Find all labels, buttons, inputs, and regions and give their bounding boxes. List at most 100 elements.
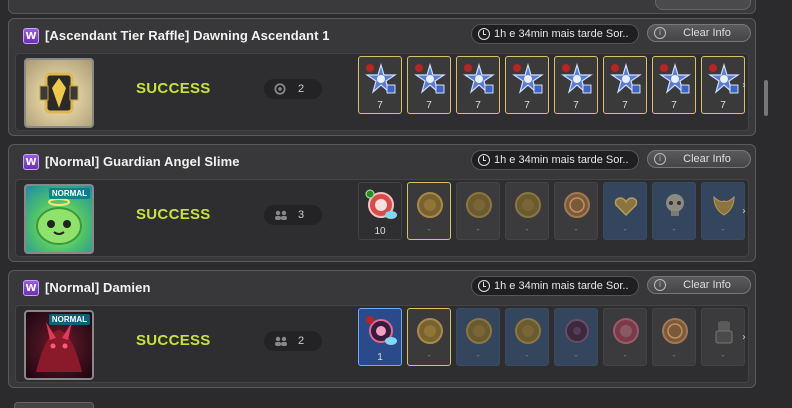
reward-slot[interactable]: - xyxy=(505,182,549,240)
reward-count: 7 xyxy=(426,100,432,111)
wing-icon xyxy=(713,195,735,216)
reward-count: - xyxy=(427,225,431,235)
star-emblem-icon xyxy=(659,63,691,94)
gold-coin-icon xyxy=(515,318,541,344)
clear-time: 1h e 34min mais tarde Sor.. xyxy=(471,24,639,44)
gold-coin-icon xyxy=(466,192,492,218)
tier-icon: W xyxy=(23,154,39,170)
previous-panel-edge xyxy=(8,0,756,14)
reward-count: - xyxy=(427,351,431,361)
reward-slot[interactable]: - xyxy=(554,308,598,366)
clear-time-text: 1h e 34min mais tarde Sor.. xyxy=(494,154,629,166)
info-icon: i xyxy=(654,27,666,39)
reward-count: - xyxy=(623,351,627,361)
clear-info-button[interactable]: i Clear Info xyxy=(647,150,751,168)
reward-count: - xyxy=(623,225,627,235)
clear-count-icon xyxy=(274,83,286,95)
reward-slot[interactable]: - xyxy=(456,308,500,366)
reward-slot[interactable]: - xyxy=(603,182,647,240)
reward-slot[interactable]: - xyxy=(456,182,500,240)
star-emblem-icon xyxy=(463,63,495,94)
reward-count: 1 xyxy=(377,352,383,363)
info-icon: i xyxy=(654,153,666,165)
chevron-right-icon[interactable]: › xyxy=(742,206,750,217)
panel-body: NORMAL SUCCESS 3 10 - - - - - - - › xyxy=(15,179,749,257)
gold-coin-icon xyxy=(417,318,443,344)
reward-count: - xyxy=(525,351,529,361)
clear-status: SUCCESS xyxy=(136,206,211,223)
boss-title: [Normal] Guardian Angel Slime xyxy=(45,154,240,169)
red-emblem-icon xyxy=(613,318,639,344)
reward-slot[interactable]: 1 xyxy=(358,308,402,366)
reward-slot[interactable]: - xyxy=(701,308,745,366)
guardian-angel-slime-icon: NORMAL xyxy=(24,184,94,254)
reward-slot[interactable]: 7 xyxy=(554,56,598,114)
star-emblem-icon xyxy=(414,63,446,94)
reward-count: 7 xyxy=(720,100,726,111)
info-icon: i xyxy=(654,279,666,291)
star-emblem-icon xyxy=(512,63,544,94)
clear-info-button[interactable]: i Clear Info xyxy=(647,24,751,42)
reward-slot[interactable]: - xyxy=(652,308,696,366)
star-emblem-icon xyxy=(610,63,642,94)
tier-icon: W xyxy=(23,280,39,296)
clear-info-label: Clear Info xyxy=(683,27,731,39)
scrollbar-thumb[interactable] xyxy=(764,80,768,116)
reward-slot[interactable]: - xyxy=(407,308,451,366)
tier-icon: W xyxy=(23,28,39,44)
chevron-right-icon[interactable]: › xyxy=(742,80,750,91)
party-count-value: 2 xyxy=(298,335,305,347)
reward-slot[interactable]: 7 xyxy=(505,56,549,114)
reward-count: 7 xyxy=(475,100,481,111)
panel-body: NORMAL SUCCESS 2 1 - - - - - - - › xyxy=(15,305,749,383)
reward-count: 7 xyxy=(377,100,383,111)
boss-clear-panel: W [Normal] Guardian Angel Slime 1h e 34m… xyxy=(8,144,756,262)
reward-count: - xyxy=(525,225,529,235)
reward-count: - xyxy=(574,351,578,361)
damien-icon: NORMAL xyxy=(24,310,94,380)
reward-slot[interactable]: 7 xyxy=(456,56,500,114)
reward-slot[interactable]: 7 xyxy=(407,56,451,114)
reward-slot[interactable]: - xyxy=(505,308,549,366)
reward-slot[interactable]: 7 xyxy=(603,56,647,114)
party-count: 3 xyxy=(264,205,322,225)
reward-count: - xyxy=(721,225,725,235)
clear-status: SUCCESS xyxy=(136,80,211,97)
pink-eye-emblem-icon xyxy=(366,316,397,345)
reward-slot[interactable]: - xyxy=(603,308,647,366)
panel-header: W [Ascendant Tier Raffle] Dawning Ascend… xyxy=(9,19,755,53)
reward-slot[interactable]: - xyxy=(701,182,745,240)
heart-pendant-icon xyxy=(614,197,638,217)
ornate-coin-icon xyxy=(662,318,688,344)
reward-count: 7 xyxy=(622,100,628,111)
star-emblem-icon xyxy=(365,63,397,94)
red-emblem-icon xyxy=(365,189,397,219)
reward-count: - xyxy=(476,225,480,235)
next-panel-edge xyxy=(14,402,94,408)
clear-info-label: Clear Info xyxy=(683,279,731,291)
boss-clear-panel: W [Ascendant Tier Raffle] Dawning Ascend… xyxy=(8,18,756,136)
reward-slot[interactable]: - xyxy=(407,182,451,240)
clear-info-button[interactable]: i Clear Info xyxy=(647,276,751,294)
boss-clear-panel: W [Normal] Damien 1h e 34min mais tarde … xyxy=(8,270,756,388)
reward-slot[interactable]: 10 xyxy=(358,182,402,240)
reward-slots: 7 7 7 7 7 7 7 7 › xyxy=(352,56,746,128)
reward-count: - xyxy=(721,351,725,361)
reward-count: - xyxy=(672,351,676,361)
ornate-coin-icon xyxy=(564,192,590,218)
reward-slot[interactable]: 7 xyxy=(701,56,745,114)
reward-slot[interactable]: - xyxy=(652,182,696,240)
party-members-icon xyxy=(275,210,287,220)
reward-slots: 1 - - - - - - - › xyxy=(352,308,746,380)
reward-slot[interactable]: 7 xyxy=(652,56,696,114)
previous-clear-info-button[interactable] xyxy=(655,0,751,10)
reward-slot[interactable]: - xyxy=(554,182,598,240)
reward-slot[interactable]: 7 xyxy=(358,56,402,114)
ascendant-shield-icon xyxy=(24,58,94,128)
boss-title: [Ascendant Tier Raffle] Dawning Ascendan… xyxy=(45,28,330,43)
clear-status: SUCCESS xyxy=(136,332,211,349)
difficulty-badge: NORMAL xyxy=(48,314,90,325)
reward-slots: 10 - - - - - - - › xyxy=(352,182,746,254)
party-count-value: 2 xyxy=(298,83,305,95)
chevron-right-icon[interactable]: › xyxy=(742,332,750,343)
